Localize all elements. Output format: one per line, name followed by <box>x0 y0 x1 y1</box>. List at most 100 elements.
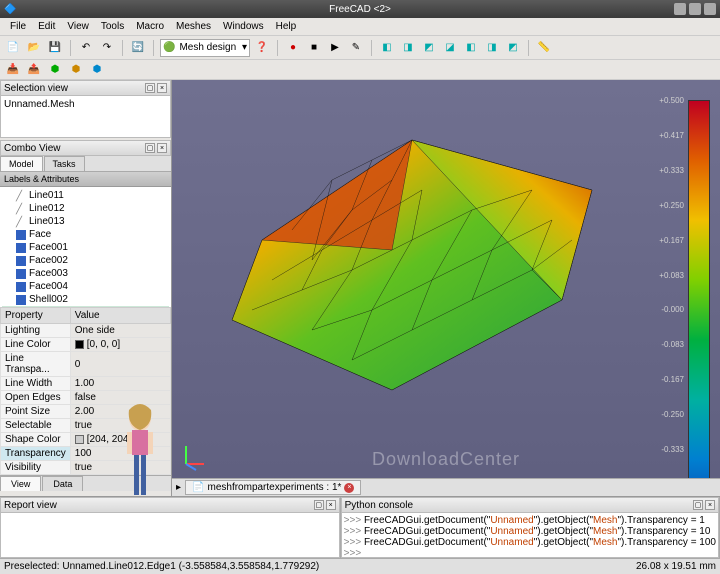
property-value[interactable]: One side <box>70 324 170 338</box>
close-button[interactable] <box>704 3 716 15</box>
menu-help[interactable]: Help <box>270 21 303 32</box>
report-view-body[interactable] <box>0 513 340 558</box>
view-right-icon[interactable]: ◪ <box>441 39 459 57</box>
mesh-regular-icon[interactable]: ⬢ <box>67 61 85 79</box>
mesh-object[interactable] <box>212 120 622 410</box>
3d-view[interactable]: +0.500+0.417+0.333+0.250+0.167+0.083-0.0… <box>172 80 720 478</box>
panel-close-icon[interactable]: × <box>157 143 167 153</box>
python-console-body[interactable]: >>> FreeCADGui.getDocument("Unnamed").ge… <box>341 513 719 558</box>
redo-icon[interactable]: ↷ <box>98 39 116 57</box>
tab-tasks[interactable]: Tasks <box>44 156 85 171</box>
property-value[interactable]: true <box>70 461 170 475</box>
tree-item-label: Face002 <box>29 255 68 266</box>
view-top-icon[interactable]: ◩ <box>420 39 438 57</box>
panel-close-icon[interactable]: × <box>157 83 167 93</box>
panel-undock-icon[interactable]: ▢ <box>145 83 155 93</box>
colorbar-tick: -0.250 <box>659 410 684 419</box>
mesh-curvature-icon[interactable]: ⬢ <box>88 61 106 79</box>
property-row[interactable]: Line Width1.00 <box>1 377 171 391</box>
save-icon[interactable]: 💾 <box>46 39 64 57</box>
tree-item[interactable]: ╱Line012 <box>2 202 169 215</box>
tab-data[interactable]: Data <box>42 476 83 491</box>
tree-item-label: Line012 <box>29 203 65 214</box>
panel-close-icon[interactable]: × <box>705 500 715 510</box>
tab-view[interactable]: View <box>0 476 41 491</box>
tree-item-icon: ╱ <box>16 204 26 214</box>
tab-nav-icon[interactable]: ▸ <box>176 482 181 493</box>
menu-view[interactable]: View <box>61 21 95 32</box>
tree-view[interactable]: ╱Line011╱Line012╱Line013FaceFace001Face0… <box>0 187 171 307</box>
close-tab-icon[interactable]: × <box>344 483 354 493</box>
maximize-button[interactable] <box>689 3 701 15</box>
panel-close-icon[interactable]: × <box>326 500 336 510</box>
view-rear-icon[interactable]: ◧ <box>462 39 480 57</box>
property-row[interactable]: Line Transpa...0 <box>1 352 171 377</box>
tree-item-label: Line011 <box>29 190 64 201</box>
panel-undock-icon[interactable]: ▢ <box>314 500 324 510</box>
property-row[interactable]: Point Size2.00 <box>1 405 171 419</box>
property-row[interactable]: Visibilitytrue <box>1 461 171 475</box>
tree-item[interactable]: ╱Line013 <box>2 215 169 228</box>
tree-item[interactable]: ╱Line011 <box>2 189 169 202</box>
property-value[interactable]: [0, 0, 0] <box>70 338 170 352</box>
property-value[interactable]: 0 <box>70 352 170 377</box>
tree-item-label: Shell002 <box>29 294 68 305</box>
panel-undock-icon[interactable]: ▢ <box>693 500 703 510</box>
macro-stop-icon[interactable]: ■ <box>305 39 323 57</box>
tree-item[interactable]: Face001 <box>2 241 169 254</box>
property-value[interactable]: 1.00 <box>70 377 170 391</box>
colorbar-tick: +0.333 <box>659 166 684 175</box>
panel-undock-icon[interactable]: ▢ <box>145 143 155 153</box>
mesh-analyze-icon[interactable]: ⬢ <box>46 61 64 79</box>
help-icon[interactable]: ❓ <box>253 39 271 57</box>
mesh-import-icon[interactable]: 📥 <box>4 61 22 79</box>
menu-windows[interactable]: Windows <box>217 21 270 32</box>
property-row[interactable]: LightingOne side <box>1 324 171 338</box>
colorbar-tick: -0.167 <box>659 375 684 384</box>
menu-macro[interactable]: Macro <box>130 21 170 32</box>
view-bottom-icon[interactable]: ◨ <box>483 39 501 57</box>
minimize-button[interactable] <box>674 3 686 15</box>
macro-edit-icon[interactable]: ✎ <box>347 39 365 57</box>
undo-icon[interactable]: ↶ <box>77 39 95 57</box>
property-row[interactable]: Shape Color[204, 204, 204] <box>1 433 171 447</box>
tree-item[interactable]: Face003 <box>2 267 169 280</box>
menu-meshes[interactable]: Meshes <box>170 21 217 32</box>
console-line: >>> FreeCADGui.getDocument("Unnamed").ge… <box>344 526 716 537</box>
colorbar[interactable] <box>688 100 710 478</box>
colorbar-tick: -0.333 <box>659 445 684 454</box>
menu-edit[interactable]: Edit <box>32 21 61 32</box>
property-row[interactable]: Open Edgesfalse <box>1 391 171 405</box>
property-row[interactable]: Line Color[0, 0, 0] <box>1 338 171 352</box>
tree-item-icon <box>16 243 26 253</box>
console-line: >>> <box>344 548 716 558</box>
tree-item[interactable]: Shell002 <box>2 293 169 306</box>
view-iso-icon[interactable]: ◧ <box>378 39 396 57</box>
tab-model[interactable]: Model <box>0 156 43 171</box>
refresh-icon[interactable]: 🔄 <box>129 39 147 57</box>
property-value[interactable]: true <box>70 419 170 433</box>
new-icon[interactable]: 📄 <box>4 39 22 57</box>
menu-tools[interactable]: Tools <box>95 21 130 32</box>
view-front-icon[interactable]: ◨ <box>399 39 417 57</box>
tree-item[interactable]: Face004 <box>2 280 169 293</box>
mesh-icon: 🟢 <box>163 42 175 53</box>
document-tab[interactable]: 📄 meshfrompartexperiments : 1* × <box>185 480 361 495</box>
open-icon[interactable]: 📂 <box>25 39 43 57</box>
property-row[interactable]: Selectabletrue <box>1 419 171 433</box>
mesh-export-icon[interactable]: 📤 <box>25 61 43 79</box>
workbench-selector[interactable]: 🟢 Mesh design ▾ <box>160 39 250 57</box>
tree-item[interactable]: Face002 <box>2 254 169 267</box>
macro-play-icon[interactable]: ▶ <box>326 39 344 57</box>
property-row[interactable]: Transparency100 <box>1 447 171 461</box>
view-left-icon[interactable]: ◩ <box>504 39 522 57</box>
property-value[interactable]: 100 <box>70 447 170 461</box>
selection-item[interactable]: Unnamed.Mesh <box>4 99 167 110</box>
property-value[interactable]: [204, 204, 204] <box>70 433 170 447</box>
property-value[interactable]: 2.00 <box>70 405 170 419</box>
measure-icon[interactable]: 📏 <box>535 39 553 57</box>
property-value[interactable]: false <box>70 391 170 405</box>
menu-file[interactable]: File <box>4 21 32 32</box>
tree-item[interactable]: Face <box>2 228 169 241</box>
macro-record-icon[interactable]: ● <box>284 39 302 57</box>
